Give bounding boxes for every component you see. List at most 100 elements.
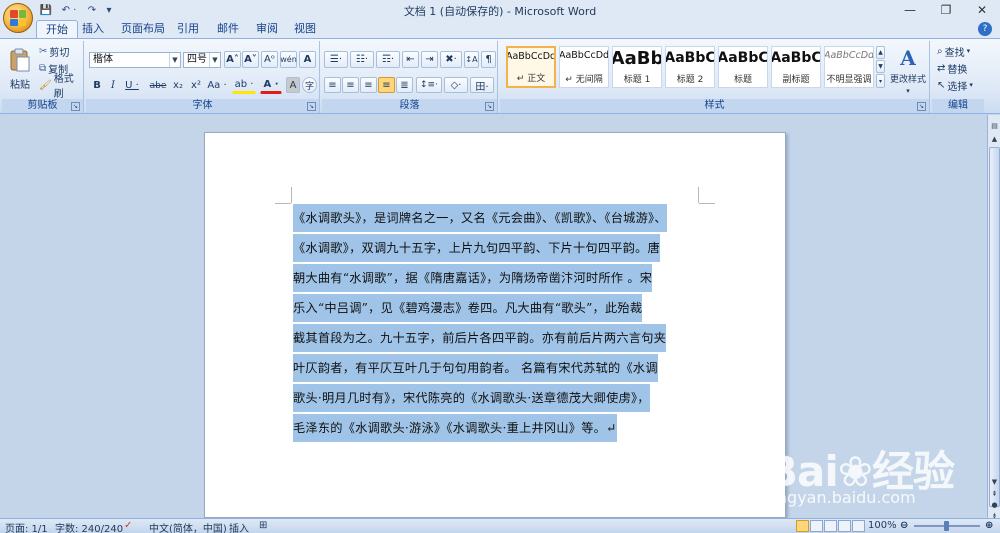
shrink-font-button[interactable]: A˅ (242, 51, 259, 68)
style-subtle-emphasis[interactable]: AaBbCcDd 不明显强调 (824, 46, 874, 88)
draft-view-button[interactable] (852, 520, 865, 532)
show-marks-button[interactable]: ¶ (481, 51, 496, 68)
selected-text: 截其首段为之。九十五字，前后片各四平韵。亦有前后片两六言句夹 (293, 324, 667, 352)
document-paragraph[interactable]: 《水调歌头》，是词牌名之一，又名《元会曲》、《凯歌》、《台城游》、 《水调歌》，… (293, 203, 698, 443)
tab-references[interactable]: 引用 (168, 20, 208, 38)
print-layout-view-button[interactable] (796, 520, 809, 532)
sort-button[interactable]: ↕A (464, 51, 479, 68)
language-indicator[interactable]: 中文(简体，中国) (149, 520, 227, 533)
scroll-down-icon[interactable]: ▼ (989, 477, 1000, 488)
document-page[interactable]: 《水调歌头》，是词牌名之一，又名《元会曲》、《凯歌》、《台城游》、 《水调歌》，… (204, 132, 786, 518)
crop-mark (698, 187, 699, 203)
tab-insert[interactable]: 插入 (73, 20, 113, 38)
full-screen-reading-button[interactable] (810, 520, 823, 532)
styles-scroll-up-icon[interactable]: ▲ (876, 46, 885, 59)
style-heading-1[interactable]: AaBb 标题 1 (612, 46, 662, 88)
paste-label: 粘贴 (10, 79, 30, 91)
tab-view[interactable]: 视图 (285, 20, 325, 38)
increase-indent-button[interactable]: ⇥ (421, 51, 438, 68)
character-shading-button[interactable]: A (286, 77, 300, 93)
align-center-button[interactable]: ≡ (342, 77, 359, 93)
character-border-button[interactable]: A (299, 51, 316, 68)
save-icon[interactable]: 💾 (38, 3, 54, 18)
format-painter-button[interactable]: 🖌 格式刷 (38, 74, 83, 100)
align-left-button[interactable]: ≡ (324, 77, 341, 93)
font-color-button[interactable]: A · (260, 77, 282, 94)
strikethrough-button[interactable]: abe (148, 77, 168, 94)
style-normal[interactable]: AaBbCcDd ↵ 正文 (506, 46, 556, 88)
maximize-button[interactable]: ❐ (928, 0, 964, 20)
tab-review[interactable]: 审阅 (247, 20, 287, 38)
paragraph-shading-button[interactable]: ◇· (444, 77, 468, 93)
paste-button[interactable]: 粘贴 (5, 43, 35, 95)
tab-mailings[interactable]: 邮件 (208, 20, 248, 38)
help-icon[interactable]: ? (978, 22, 992, 36)
styles-more-icon[interactable]: ▾ (876, 74, 885, 88)
phonetic-guide-button[interactable]: wén (280, 51, 297, 68)
change-case-button[interactable]: Aa · (206, 77, 228, 94)
scrollbar-thumb[interactable] (989, 147, 1000, 507)
macro-record-icon[interactable]: ⊞ (259, 520, 267, 531)
page-count[interactable]: 页面: 1/1 (5, 520, 48, 533)
tab-home[interactable]: 开始 (36, 20, 78, 38)
grow-font-button[interactable]: A˄ (224, 51, 241, 68)
style-heading-2[interactable]: AaBbC 标题 2 (665, 46, 715, 88)
borders-button[interactable]: 田· (470, 77, 494, 93)
italic-button[interactable]: I (106, 77, 120, 94)
underline-button[interactable]: U · (122, 77, 142, 94)
change-styles-button[interactable]: A 更改样式 ▾ (888, 44, 928, 96)
styles-scroll-down-icon[interactable]: ▼ (876, 60, 885, 73)
bold-button[interactable]: B (90, 77, 104, 94)
vertical-scrollbar[interactable]: ▤ ▲ ▼ ⇞ ● ⇟ (987, 115, 1000, 520)
zoom-out-icon[interactable]: ⊖ (900, 520, 908, 531)
clipboard-launcher-icon[interactable]: ↘ (71, 102, 80, 111)
close-button[interactable]: ✕ (964, 0, 1000, 20)
tab-page-layout[interactable]: 页面布局 (112, 20, 174, 38)
find-button[interactable]: ⌕ 查找 ▾ (936, 44, 971, 59)
justify-button[interactable]: ≡ (378, 77, 395, 93)
text-highlight-button[interactable]: ab · (232, 77, 256, 94)
paragraph-launcher-icon[interactable]: ↘ (485, 102, 494, 111)
outline-view-button[interactable] (838, 520, 851, 532)
minimize-button[interactable]: — (892, 0, 928, 20)
line-spacing-button[interactable]: ↕≡· (416, 77, 442, 93)
web-layout-button[interactable] (824, 520, 837, 532)
scroll-up-icon[interactable]: ▲ (989, 134, 1000, 145)
style-subtitle[interactable]: AaBbC 副标题 (771, 46, 821, 88)
font-name-select[interactable]: 楷体 ▼ (89, 52, 181, 68)
superscript-button[interactable]: x² (188, 77, 204, 94)
zoom-level[interactable]: 100% (868, 520, 897, 531)
zoom-slider-thumb[interactable] (944, 521, 949, 531)
bullets-button[interactable]: ☰· (324, 51, 348, 68)
style-no-spacing[interactable]: AaBbCcDd ↵ 无间隔 (559, 46, 609, 88)
proofing-icon[interactable]: ✓ (124, 520, 132, 531)
ruler-toggle-icon[interactable]: ▤ (989, 121, 1000, 132)
replace-button[interactable]: ⇄ 替换 (936, 61, 968, 76)
align-right-button[interactable]: ≡ (360, 77, 377, 93)
multilevel-list-button[interactable]: ☶· (376, 51, 400, 68)
word-count[interactable]: 字数: 240/240 (55, 520, 123, 533)
style-title[interactable]: AaBbC 标题 (718, 46, 768, 88)
chevron-down-icon: ▼ (169, 53, 180, 67)
numbering-button[interactable]: ☷· (350, 51, 374, 68)
chinese-layout-button[interactable]: ✖· (440, 51, 462, 68)
distributed-button[interactable]: ≣ (396, 77, 413, 93)
undo-icon[interactable]: ↶ · (58, 3, 80, 18)
clear-format-button[interactable]: Aᵒ (261, 51, 278, 68)
zoom-in-icon[interactable]: ⊕ (985, 520, 993, 531)
subscript-button[interactable]: x₂ (170, 77, 186, 94)
select-button[interactable]: ↖ 选择 ▾ (936, 78, 974, 93)
font-launcher-icon[interactable]: ↘ (307, 102, 316, 111)
previous-page-icon[interactable]: ⇞ (989, 489, 1000, 500)
office-button[interactable] (3, 3, 33, 33)
qat-customize-icon[interactable]: ▾ (104, 3, 114, 18)
cut-button[interactable]: ✂ 剪切 (38, 44, 70, 59)
selected-text: 歌头·明月几时有》，宋代陈亮的《水调歌头·送章德茂大卿使虏》， (293, 384, 650, 412)
insert-mode[interactable]: 插入 (229, 520, 249, 533)
browse-object-icon[interactable]: ● (989, 500, 1000, 511)
enclose-characters-button[interactable]: 字 (302, 77, 317, 93)
redo-icon[interactable]: ↷ (84, 3, 100, 18)
decrease-indent-button[interactable]: ⇤ (402, 51, 419, 68)
font-size-select[interactable]: 四号 ▼ (183, 52, 221, 68)
styles-launcher-icon[interactable]: ↘ (917, 102, 926, 111)
